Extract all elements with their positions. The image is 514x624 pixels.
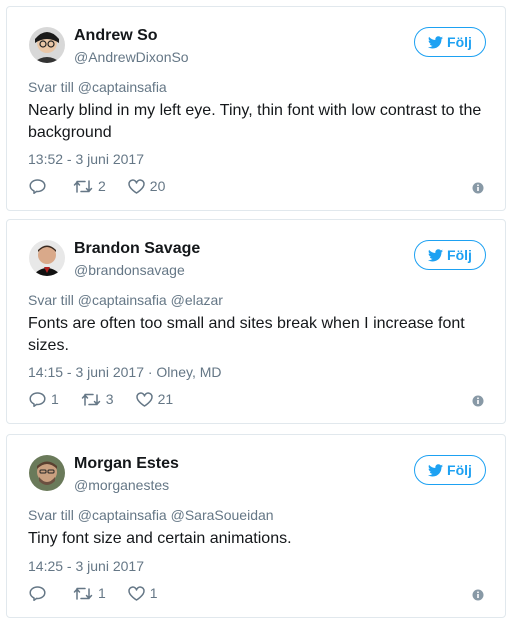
like-count: 1 bbox=[149, 585, 158, 601]
twitter-bird-icon bbox=[428, 463, 444, 476]
author-handle[interactable]: @AndrewDixonSo bbox=[74, 49, 189, 65]
author-name[interactable]: Andrew So bbox=[74, 27, 158, 45]
info-icon[interactable] bbox=[472, 182, 484, 194]
retweet-icon bbox=[73, 587, 93, 600]
avatar[interactable] bbox=[29, 455, 65, 491]
author-name[interactable]: Brandon Savage bbox=[74, 240, 200, 258]
retweet-button[interactable]: 3 bbox=[81, 391, 114, 407]
reply-to[interactable]: Svar till @captainsafia bbox=[28, 79, 167, 95]
like-button[interactable]: 20 bbox=[128, 178, 166, 194]
info-icon[interactable] bbox=[472, 395, 484, 407]
heart-icon bbox=[128, 178, 145, 194]
timestamp[interactable]: 13:52 - 3 juni 2017 bbox=[28, 151, 144, 167]
follow-button[interactable]: Följ bbox=[414, 455, 486, 485]
retweet-icon bbox=[81, 393, 101, 406]
follow-label: Följ bbox=[447, 34, 472, 50]
timestamp[interactable]: 14:15 - 3 juni 2017 · Olney, MD bbox=[28, 364, 222, 380]
like-count: 21 bbox=[157, 391, 174, 407]
like-button[interactable]: 1 bbox=[128, 585, 158, 601]
like-button[interactable]: 21 bbox=[135, 391, 174, 407]
reply-button[interactable] bbox=[29, 178, 51, 194]
reply-button[interactable]: 1 bbox=[29, 391, 59, 407]
reply-icon bbox=[29, 391, 46, 407]
heart-icon bbox=[135, 391, 153, 407]
author-handle[interactable]: @morganestes bbox=[74, 477, 169, 493]
tweet-card: Morgan Estes @morganestes Följ Svar till… bbox=[6, 434, 506, 618]
reply-count: 1 bbox=[51, 391, 59, 407]
tweet-actions: 2 20 bbox=[29, 178, 187, 194]
twitter-bird-icon bbox=[428, 35, 444, 48]
avatar[interactable] bbox=[29, 27, 65, 63]
tweet-actions: 1 1 bbox=[29, 585, 180, 601]
tweet-card: Andrew So @AndrewDixonSo Följ Svar till … bbox=[6, 6, 506, 211]
tweet-actions: 1 3 21 bbox=[29, 391, 195, 407]
avatar[interactable] bbox=[29, 240, 65, 276]
follow-button[interactable]: Följ bbox=[414, 27, 486, 57]
retweet-button[interactable]: 1 bbox=[73, 585, 106, 601]
retweet-icon bbox=[73, 179, 93, 193]
tweet-text: Fonts are often too small and sites brea… bbox=[28, 315, 465, 354]
follow-label: Följ bbox=[447, 462, 472, 478]
reply-icon bbox=[29, 178, 46, 194]
timestamp[interactable]: 14:25 - 3 juni 2017 bbox=[28, 558, 144, 574]
author-handle[interactable]: @brandonsavage bbox=[74, 262, 185, 278]
reply-button[interactable] bbox=[29, 585, 51, 601]
like-count: 20 bbox=[149, 178, 166, 194]
retweet-count: 3 bbox=[105, 391, 114, 407]
reply-to[interactable]: Svar till @captainsafia @elazar bbox=[28, 292, 223, 308]
follow-label: Följ bbox=[447, 247, 472, 263]
tweet-text: Tiny font size and certain animations. bbox=[28, 530, 292, 547]
heart-icon bbox=[128, 585, 145, 601]
tweet-card: Brandon Savage @brandonsavage Följ Svar … bbox=[6, 219, 506, 424]
reply-icon bbox=[29, 585, 46, 601]
retweet-count: 2 bbox=[98, 178, 106, 194]
retweet-count: 1 bbox=[98, 585, 106, 601]
tweet-text: Nearly blind in my left eye. Tiny, thin … bbox=[28, 102, 482, 141]
twitter-bird-icon bbox=[428, 248, 444, 261]
follow-button[interactable]: Följ bbox=[414, 240, 486, 270]
info-icon[interactable] bbox=[472, 589, 484, 601]
retweet-button[interactable]: 2 bbox=[73, 178, 106, 194]
reply-to[interactable]: Svar till @captainsafia @SaraSoueidan bbox=[28, 507, 274, 523]
author-name[interactable]: Morgan Estes bbox=[74, 455, 179, 473]
